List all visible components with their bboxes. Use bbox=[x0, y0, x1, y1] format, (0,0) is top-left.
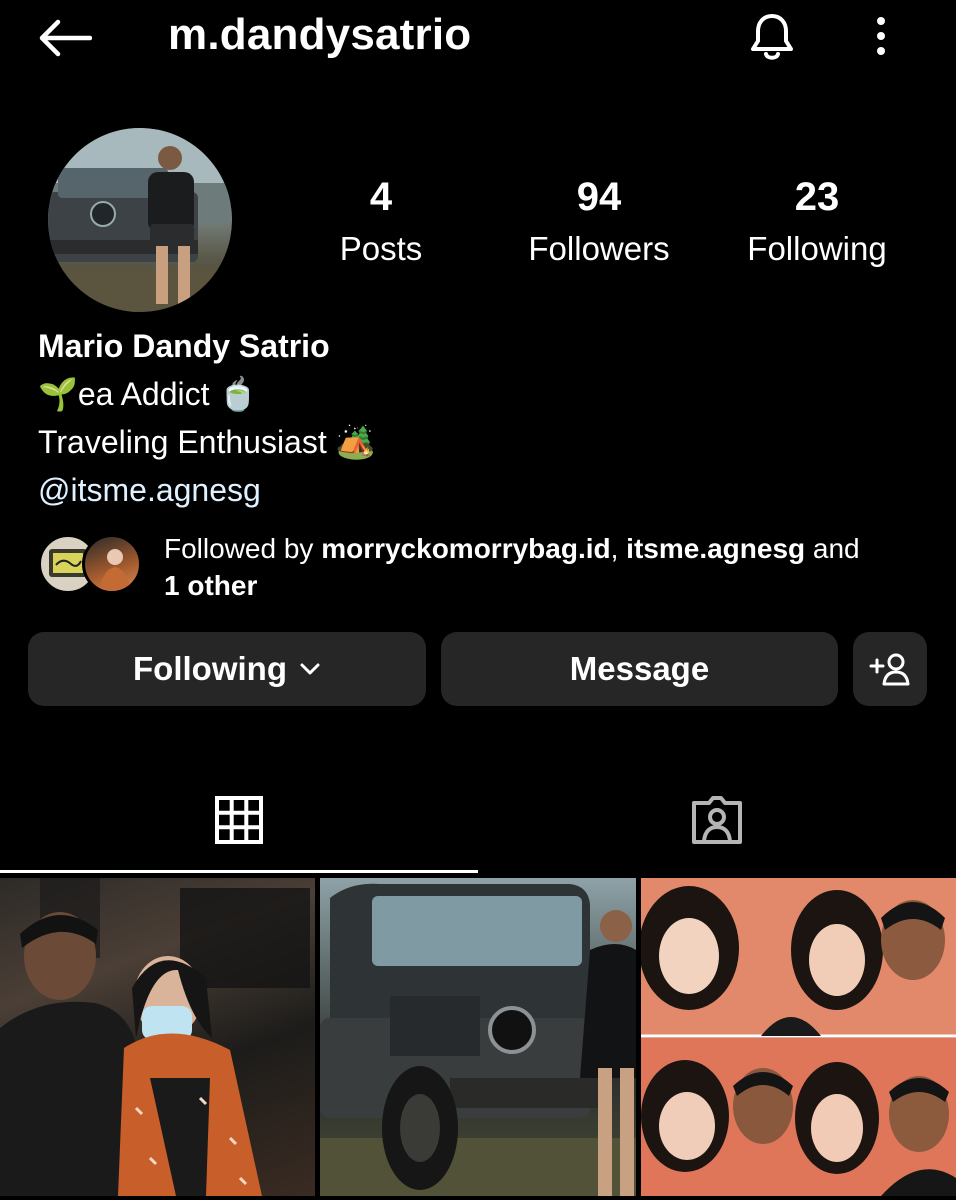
following-button-label: Following bbox=[133, 650, 287, 687]
following-label: Following bbox=[747, 230, 887, 267]
add-user-icon bbox=[869, 653, 910, 686]
back-button[interactable] bbox=[36, 14, 96, 62]
tab-posts-grid[interactable] bbox=[0, 770, 478, 870]
profile-bio: Mario Dandy Satrio 🌱ea Addict 🍵 Travelin… bbox=[38, 322, 918, 514]
tab-tagged[interactable] bbox=[478, 770, 956, 870]
bell-icon bbox=[751, 14, 793, 60]
message-button[interactable]: Message bbox=[441, 632, 838, 706]
followers-count: 94 bbox=[576, 175, 622, 219]
followed-by-prefix: Followed by bbox=[164, 533, 322, 564]
profile-username: m.dandysatrio bbox=[168, 10, 472, 59]
active-tab-indicator bbox=[0, 870, 478, 873]
more-vertical-icon bbox=[877, 17, 885, 55]
mutual-user-2: itsme.agnesg bbox=[626, 533, 806, 564]
followed-by-separator: , bbox=[610, 533, 627, 564]
tagged-person-icon bbox=[692, 796, 742, 844]
posts-count: 4 bbox=[369, 175, 393, 219]
post-thumbnail[interactable] bbox=[0, 878, 315, 1196]
more-options-button[interactable] bbox=[866, 12, 896, 60]
profile-tabs bbox=[0, 770, 956, 874]
top-bar: m.dandysatrio bbox=[0, 0, 956, 80]
stat-followers[interactable]: 94 Followers bbox=[509, 172, 689, 272]
followed-by-text: Followed by morryckomorrybag.id, itsme.a… bbox=[164, 530, 944, 604]
stat-posts[interactable]: 4 Posts bbox=[291, 172, 471, 272]
profile-full-name: Mario Dandy Satrio bbox=[38, 328, 330, 364]
profile-page: m.dandysatrio 4 Posts 94 Followers 23 Fo… bbox=[0, 0, 956, 1200]
posts-grid bbox=[0, 878, 956, 1200]
bio-line-2: Traveling Enthusiast 🏕️ bbox=[38, 424, 376, 460]
profile-stats: 4 Posts 94 Followers 23 Following bbox=[0, 172, 956, 282]
mutual-followers-avatars bbox=[38, 534, 148, 596]
chevron-down-icon bbox=[300, 663, 320, 675]
posts-label: Posts bbox=[339, 230, 423, 267]
following-count: 23 bbox=[794, 175, 840, 219]
bio-mention-link[interactable]: @itsme.agnesg bbox=[38, 466, 918, 514]
grid-icon bbox=[215, 796, 263, 844]
arrow-left-icon bbox=[39, 19, 92, 57]
followed-by-conjunction: and bbox=[805, 533, 860, 564]
mutual-avatar bbox=[82, 534, 142, 594]
followed-by-section[interactable]: Followed by morryckomorrybag.id, itsme.a… bbox=[38, 530, 938, 610]
post-thumbnail[interactable] bbox=[641, 878, 956, 1196]
post-thumbnail[interactable] bbox=[320, 878, 636, 1196]
suggest-users-button[interactable] bbox=[853, 632, 927, 706]
bio-line-1: 🌱ea Addict 🍵 bbox=[38, 376, 259, 412]
notifications-button[interactable] bbox=[745, 10, 799, 64]
following-button[interactable]: Following bbox=[28, 632, 426, 706]
followers-label: Followers bbox=[528, 230, 670, 267]
stat-following[interactable]: 23 Following bbox=[727, 172, 907, 272]
mutual-user-1: morryckomorrybag.id bbox=[321, 533, 611, 564]
message-button-label: Message bbox=[569, 650, 710, 687]
mutual-others: 1 other bbox=[164, 570, 258, 601]
